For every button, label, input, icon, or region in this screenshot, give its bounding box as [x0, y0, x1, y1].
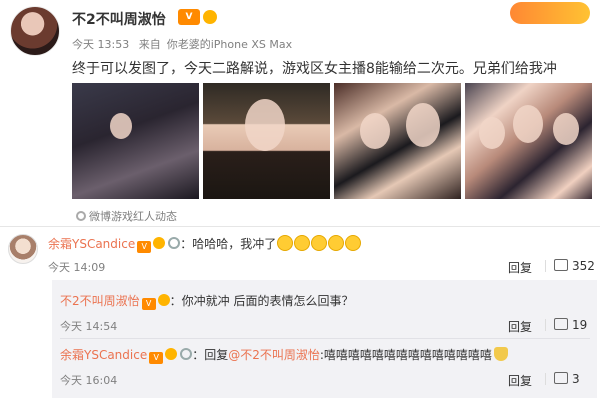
reply-button[interactable]: 回复 — [508, 372, 532, 389]
like-button[interactable]: 3 — [554, 372, 580, 386]
photo-figure — [553, 113, 579, 145]
reply-time: 今天 14:54 — [60, 320, 118, 333]
laughing-emoji-icon — [277, 235, 294, 251]
comment-text: ：哈哈哈，我冲了 — [180, 237, 277, 251]
post-divider — [0, 226, 600, 227]
vip-badge-icon: V — [141, 298, 156, 310]
action-separator — [545, 260, 546, 272]
topic-tag-label: 微博游戏红人动态 — [89, 210, 177, 223]
reply-line: 不2不叫周淑怡 V ：你冲就冲 后面的表情怎么回事？ — [60, 292, 353, 310]
mention-link[interactable]: @不2不叫周淑怡 — [228, 348, 320, 362]
post-photo-4[interactable] — [465, 83, 592, 199]
photo-figure — [406, 103, 440, 147]
reply-divider — [60, 338, 590, 339]
like-count: 352 — [572, 259, 595, 273]
like-count: 3 — [572, 372, 580, 386]
replier-name[interactable]: 不2不叫周淑怡 — [60, 294, 140, 308]
laughing-emoji-icon — [294, 235, 311, 251]
weibo-icon — [76, 211, 86, 221]
post-photo-3[interactable] — [334, 83, 461, 199]
comment-line: 余霜YSCandice V ：哈哈哈，我冲了 — [48, 235, 362, 253]
post-source-prefix: 来自 — [138, 38, 161, 51]
action-separator — [545, 319, 546, 331]
medal-icon — [168, 237, 181, 249]
comment-time: 今天 14:09 — [48, 261, 106, 274]
crown-icon — [165, 348, 178, 360]
vip-badge-icon: V — [178, 9, 200, 25]
thumbs-up-icon — [554, 318, 568, 330]
reply-time: 今天 16:04 — [60, 374, 118, 387]
commenter-avatar[interactable] — [8, 234, 38, 264]
post-photo-2[interactable] — [203, 83, 330, 199]
crown-icon — [157, 294, 170, 306]
crown-icon — [203, 10, 217, 24]
crown-icon — [153, 237, 166, 249]
post-time[interactable]: 今天 13:53 — [72, 38, 129, 51]
laughing-emoji-icon — [328, 235, 345, 251]
post-photo-1[interactable] — [72, 83, 199, 199]
poster-username[interactable]: 不2不叫周淑怡 — [72, 9, 166, 29]
photo-figure — [110, 113, 132, 139]
victory-hand-icon — [493, 347, 508, 361]
medal-icon — [180, 348, 193, 360]
post-source: 你老婆的iPhone XS Max — [166, 38, 293, 51]
laughing-emoji-icon — [311, 235, 328, 251]
post-meta: 今天 13:53 来自 你老婆的iPhone XS Max — [72, 36, 298, 52]
reply-button[interactable]: 回复 — [508, 259, 532, 276]
like-count: 19 — [572, 318, 588, 332]
topic-tag[interactable]: 微博游戏红人动态 — [76, 208, 177, 224]
action-separator — [545, 373, 546, 385]
photo-figure — [479, 117, 505, 149]
weibo-post: 不2不叫周淑怡 V 今天 13:53 来自 你老婆的iPhone XS Max 终… — [0, 0, 600, 228]
thumbs-up-icon — [554, 259, 568, 271]
like-button[interactable]: 352 — [554, 259, 595, 273]
photo-figure — [360, 113, 390, 149]
thumbs-up-icon — [554, 372, 568, 384]
reply-button[interactable]: 回复 — [508, 318, 532, 335]
vip-badge-icon: V — [149, 352, 164, 364]
commenter-name[interactable]: 余霜YSCandice — [48, 237, 135, 251]
poster-avatar[interactable] — [10, 6, 60, 56]
photo-figure — [245, 99, 285, 151]
photo-grid — [72, 83, 592, 199]
like-button[interactable]: 19 — [554, 318, 587, 332]
reply-text: ：你冲就冲 后面的表情怎么回事？ — [169, 294, 354, 308]
event-badge — [510, 2, 590, 24]
vip-badge-icon: V — [137, 241, 152, 253]
replier-name[interactable]: 余霜YSCandice — [60, 348, 147, 362]
reply-line: 余霜YSCandice V ：回复@不2不叫周淑怡:嘻嘻嘻嘻嘻嘻嘻嘻嘻嘻嘻嘻嘻嘻 — [60, 346, 508, 364]
photo-figure — [513, 105, 543, 143]
reply-prefix: ：回复 — [192, 348, 229, 362]
laughing-emoji-icon — [345, 235, 362, 251]
post-text: 终于可以发图了，今天二路解说，游戏区女主播8能输给二次元。兄弟们给我冲 — [72, 61, 557, 77]
reply-text: :嘻嘻嘻嘻嘻嘻嘻嘻嘻嘻嘻嘻嘻嘻 — [319, 348, 492, 362]
comment-section: 余霜YSCandice V ：哈哈哈，我冲了 今天 14:09 回复 352 不2不… — [0, 228, 600, 400]
